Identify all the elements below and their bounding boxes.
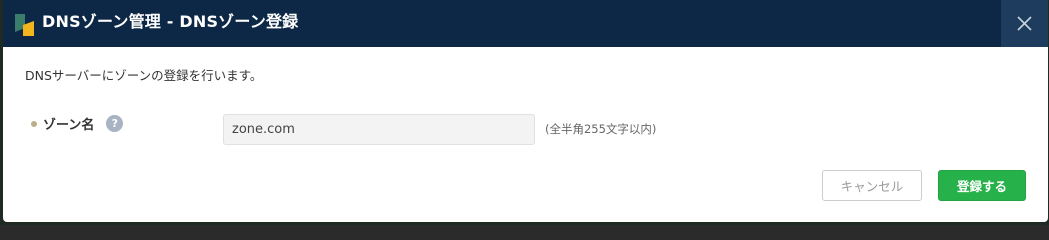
required-bullet-icon bbox=[31, 121, 37, 127]
zone-name-label: ゾーン名 bbox=[43, 118, 95, 133]
dialog-titlebar: DNSゾーン管理 - DNSゾーン登録 bbox=[3, 0, 1048, 47]
register-button[interactable]: 登録する bbox=[938, 170, 1026, 201]
close-icon bbox=[1017, 16, 1032, 31]
zone-name-input[interactable] bbox=[223, 114, 535, 145]
zone-name-label-group: ゾーン名 ? bbox=[31, 114, 124, 133]
help-icon[interactable]: ? bbox=[106, 115, 124, 132]
dns-zone-register-dialog: DNSゾーン管理 - DNSゾーン登録 DNSサーバーにゾーンの登録を行います。… bbox=[3, 0, 1048, 222]
dialog-description: DNSサーバーにゾーンの登録を行います。 bbox=[25, 68, 263, 83]
close-button[interactable] bbox=[1001, 0, 1048, 47]
cancel-button[interactable]: キャンセル bbox=[822, 170, 922, 201]
dialog-title: DNSゾーン管理 - DNSゾーン登録 bbox=[42, 12, 299, 31]
app-logo-icon bbox=[15, 14, 35, 36]
zone-name-hint: (全半角255文字以内) bbox=[545, 122, 657, 136]
